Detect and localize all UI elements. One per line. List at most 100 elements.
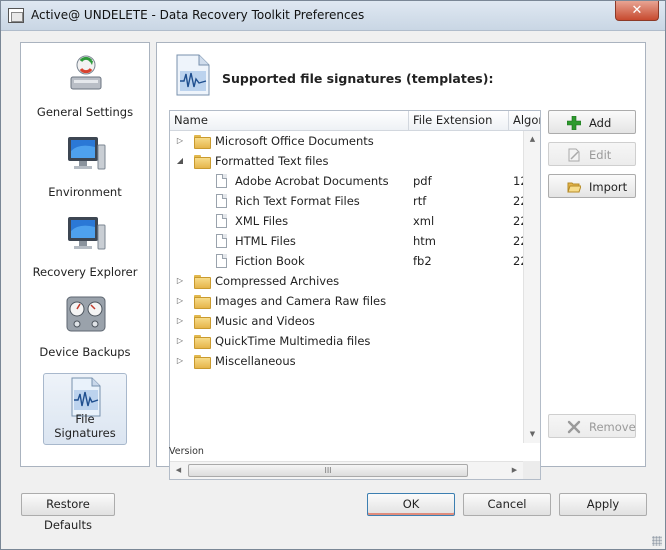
- preferences-window: Active@ UNDELETE - Data Recovery Toolkit…: [0, 0, 666, 550]
- folder-icon: [194, 275, 211, 289]
- sidebar-item-recovery-explorer[interactable]: Recovery Explorer: [21, 211, 149, 283]
- tree-row-file[interactable]: Fiction Bookfb222 - T: [170, 251, 540, 271]
- tree-row-folder[interactable]: ▷ Music and Videos: [170, 311, 540, 331]
- signatures-tree-grid[interactable]: Name File Extension Algor ▷ Microsoft Off…: [169, 110, 541, 480]
- cancel-button[interactable]: Cancel: [463, 493, 551, 516]
- file-icon: [216, 254, 227, 268]
- sidebar-item-general-settings[interactable]: General Settings: [21, 51, 149, 123]
- horizontal-scrollbar[interactable]: ◀ III ▶: [170, 461, 523, 479]
- edit-button-label: Edit: [589, 148, 612, 162]
- row-extension: pdf: [413, 174, 432, 188]
- expanded-arrow-icon[interactable]: ◢: [175, 151, 185, 171]
- tree-row-folder[interactable]: ▷ Images and Camera Raw files: [170, 291, 540, 311]
- row-extension: xml: [413, 214, 435, 228]
- edit-button[interactable]: Edit: [548, 142, 636, 166]
- sidebar-item-device-backups[interactable]: Device Backups: [21, 291, 149, 363]
- file-icon: [216, 234, 227, 248]
- gauges-icon: [66, 296, 106, 332]
- file-icon: [216, 194, 227, 208]
- row-name: Compressed Archives: [215, 274, 340, 288]
- add-button-label: Add: [589, 116, 612, 130]
- window-title: Active@ UNDELETE - Data Recovery Toolkit…: [31, 8, 365, 22]
- row-name: Adobe Acrobat Documents: [235, 174, 389, 188]
- add-button[interactable]: Add: [548, 110, 636, 134]
- file-signature-icon: [176, 54, 210, 96]
- folder-icon: [194, 155, 211, 169]
- file-icon: [216, 214, 227, 228]
- panel-title: Supported file signatures (templates):: [222, 71, 494, 86]
- restore-defaults-button[interactable]: Restore Defaults: [21, 493, 115, 532]
- grid-header: Name File Extension Algor: [170, 111, 540, 131]
- tree-row-file[interactable]: Adobe Acrobat Documentspdf12 - A: [170, 171, 540, 191]
- scroll-left-arrow-icon[interactable]: ◀: [170, 462, 187, 479]
- collapsed-arrow-icon[interactable]: ▷: [175, 311, 185, 331]
- scroll-thumb[interactable]: III: [188, 464, 468, 477]
- scroll-up-arrow-icon[interactable]: ▲: [524, 131, 540, 148]
- close-button[interactable]: ✕: [615, 1, 659, 21]
- row-name: Formatted Text files: [215, 154, 329, 168]
- column-header-name[interactable]: Name: [170, 111, 409, 131]
- file-icon: [216, 174, 227, 188]
- row-name: Fiction Book: [235, 254, 305, 268]
- plus-icon: [567, 116, 581, 130]
- recovery-monitor-icon: [68, 217, 106, 250]
- collapsed-arrow-icon[interactable]: ▷: [175, 271, 185, 291]
- scroll-thumb-grip: III: [324, 466, 332, 475]
- folder-icon: [194, 135, 211, 149]
- monitor-icon: [68, 137, 106, 170]
- column-header-algorithm[interactable]: Algor: [509, 111, 540, 131]
- folder-icon: [194, 315, 211, 329]
- import-button-label: Import: [589, 180, 628, 194]
- row-name: Rich Text Format Files: [235, 194, 360, 208]
- ok-button[interactable]: OK: [367, 493, 455, 516]
- tree-row-file[interactable]: XML Filesxml22 - T: [170, 211, 540, 231]
- column-header-file-extension[interactable]: File Extension: [409, 111, 509, 131]
- open-folder-icon: [567, 182, 581, 193]
- scroll-right-arrow-icon[interactable]: ▶: [506, 462, 523, 479]
- row-name: Music and Videos: [215, 314, 315, 328]
- sidebar-item-label: Recovery Explorer: [32, 265, 138, 279]
- file-signatures-panel: Supported file signatures (templates): N…: [156, 42, 646, 480]
- general-settings-icon: [70, 55, 102, 90]
- row-name: Microsoft Office Documents: [215, 134, 374, 148]
- settings-sidebar: General Settings Environment Recovery Ex…: [20, 42, 150, 467]
- tree-row-file[interactable]: Rich Text Format Filesrtf22 - T: [170, 191, 540, 211]
- row-name: QuickTime Multimedia files: [215, 334, 371, 348]
- collapsed-arrow-icon[interactable]: ▷: [175, 351, 185, 371]
- tree-row-folder[interactable]: ▷ Microsoft Office Documents: [170, 131, 540, 151]
- scroll-down-arrow-icon[interactable]: ▼: [524, 426, 540, 443]
- resize-grip[interactable]: [652, 536, 662, 546]
- row-extension: rtf: [413, 194, 427, 208]
- tree-row-file[interactable]: HTML Fileshtm22 - T: [170, 231, 540, 251]
- edit-icon: [568, 148, 580, 162]
- tree-row-folder[interactable]: ▷ Compressed Archives: [170, 271, 540, 291]
- tree-row-folder[interactable]: ▷ QuickTime Multimedia files: [170, 331, 540, 351]
- row-name: Images and Camera Raw files: [215, 294, 387, 308]
- folder-icon: [194, 335, 211, 349]
- import-button[interactable]: Import: [548, 174, 636, 198]
- row-extension: fb2: [413, 254, 432, 268]
- row-name: HTML Files: [235, 234, 296, 248]
- vertical-scrollbar[interactable]: ▲ ▼: [523, 131, 540, 443]
- sidebar-item-environment[interactable]: Environment: [21, 131, 149, 203]
- sidebar-item-label: General Settings: [36, 105, 134, 119]
- scrollbar-corner: [523, 461, 540, 479]
- tree-row-folder[interactable]: ◢ Formatted Text files: [170, 151, 540, 171]
- version-label: Version: [169, 446, 204, 457]
- collapsed-arrow-icon[interactable]: ▷: [175, 131, 185, 151]
- title-bar[interactable]: Active@ UNDELETE - Data Recovery Toolkit…: [1, 1, 665, 31]
- sidebar-item-label: File Signatures: [54, 412, 116, 440]
- app-icon: [8, 8, 24, 23]
- sidebar-item-file-signatures[interactable]: File Signatures: [43, 373, 127, 445]
- row-extension: htm: [413, 234, 436, 248]
- sidebar-item-label: Environment: [48, 185, 122, 199]
- remove-button[interactable]: Remove: [548, 414, 636, 438]
- apply-button[interactable]: Apply: [559, 493, 647, 516]
- collapsed-arrow-icon[interactable]: ▷: [175, 331, 185, 351]
- row-name: XML Files: [235, 214, 289, 228]
- row-name: Miscellaneous: [215, 354, 296, 368]
- collapsed-arrow-icon[interactable]: ▷: [175, 291, 185, 311]
- tree-row-folder[interactable]: ▷ Miscellaneous: [170, 351, 540, 371]
- remove-button-label: Remove: [589, 420, 636, 434]
- sidebar-item-label: Device Backups: [39, 345, 131, 359]
